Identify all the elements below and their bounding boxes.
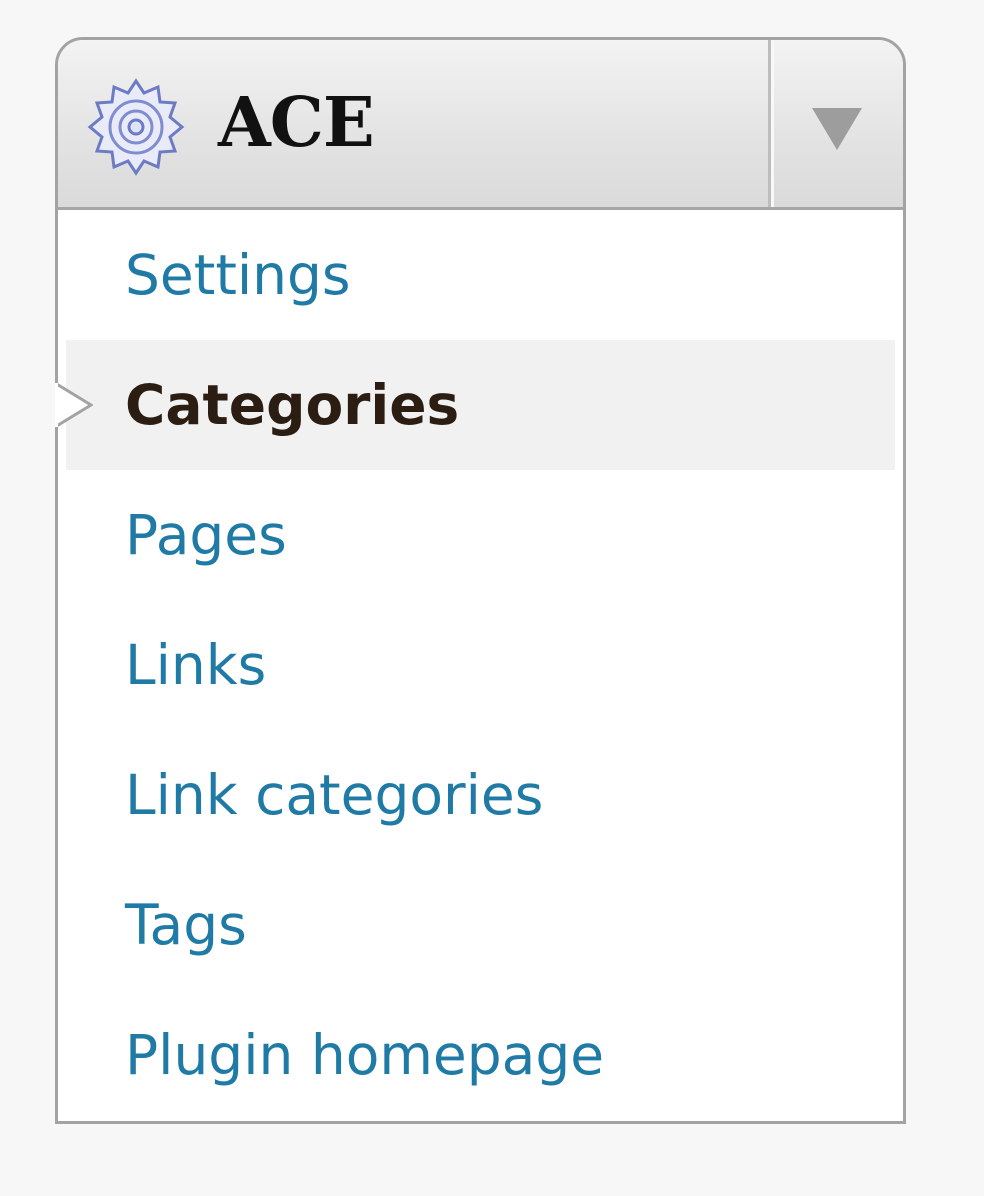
menu-item-label: Link categories [125,763,544,827]
gear-icon [86,77,186,177]
menu-item-label: Pages [125,503,287,567]
menu-item-link-categories[interactable]: Link categories [58,730,903,860]
menu-item-links[interactable]: Links [58,600,903,730]
triangle-down-icon [812,108,862,150]
menu-item-settings[interactable]: Settings [58,210,903,340]
menu-header-title-area[interactable]: ACE [58,40,768,207]
menu-item-categories[interactable]: Categories [55,340,895,470]
current-item-pointer-icon [55,383,93,427]
menu-item-label: Links [125,633,267,697]
submenu-list: Settings Categories Pages Links Link cat… [55,210,903,1120]
menu-item-label: Plugin homepage [125,1023,605,1087]
menu-item-label: Tags [125,893,247,957]
menu-item-plugin-homepage[interactable]: Plugin homepage [58,990,903,1120]
menu-item-tags[interactable]: Tags [58,860,903,990]
plugin-menu-panel: ACE Settings Categories Pages Links Link… [55,37,906,1124]
menu-item-pages[interactable]: Pages [58,470,903,600]
menu-toggle-button[interactable] [780,40,903,207]
menu-item-label: Categories [125,373,460,437]
plugin-title: ACE [218,83,375,163]
header-divider [768,40,780,207]
menu-item-label: Settings [125,243,351,307]
menu-header: ACE [58,40,903,210]
